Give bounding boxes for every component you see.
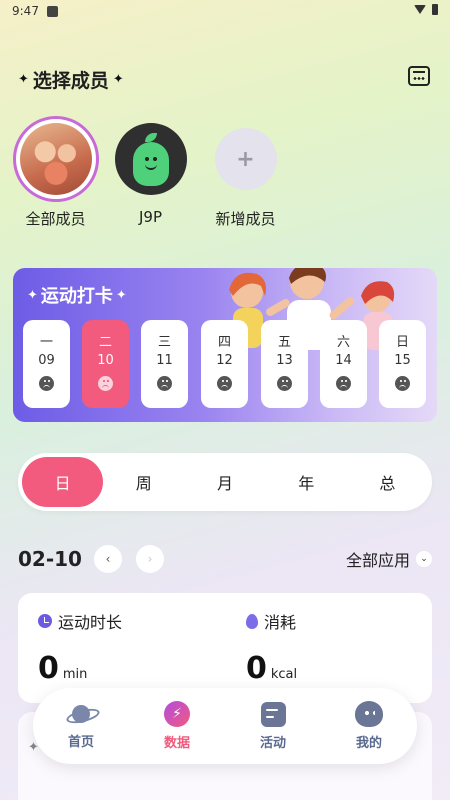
member-label: J9P: [138, 208, 162, 226]
checkin-banner: ✦ 运动打卡 ✦ 一 09 二 10 三 11 四 12 五 13 六 14 日…: [13, 268, 437, 422]
sad-face-icon: [157, 376, 172, 391]
day-card-mon[interactable]: 一 09: [23, 320, 70, 408]
duration-label: 运动时长: [58, 613, 123, 632]
mine-icon: [355, 701, 383, 727]
period-tabs: 日 周 月 年 总: [18, 453, 432, 511]
calories-stat: 消耗 0 kcal: [246, 609, 297, 686]
stats-card: 运动时长 0 min 消耗 0 kcal: [18, 593, 432, 703]
day-card-thu[interactable]: 四 12: [201, 320, 248, 408]
nav-data[interactable]: ⚡ 数据: [137, 701, 217, 751]
prev-date-button[interactable]: ‹: [93, 545, 122, 573]
day-date: 14: [335, 353, 352, 368]
notification-icon: [46, 5, 58, 17]
tab-day[interactable]: 日: [22, 457, 104, 507]
nav-label: 首页: [67, 735, 94, 750]
tab-total[interactable]: 总: [347, 457, 428, 507]
day-card-sun[interactable]: 日 15: [379, 320, 426, 408]
sparkle-icon: ✦: [112, 72, 124, 87]
sparkle-icon: ✦: [27, 287, 38, 303]
day-date: 11: [156, 353, 173, 368]
avatar: [114, 123, 187, 195]
clock-icon: [38, 614, 52, 628]
calories-unit: kcal: [270, 667, 298, 682]
avatar: [12, 116, 99, 202]
activity-icon: [260, 701, 286, 727]
nav-label: 数据: [163, 736, 190, 751]
nav-mine[interactable]: 我的: [329, 701, 409, 751]
planet-icon: [66, 702, 96, 726]
battery-icon: [432, 4, 438, 15]
duration-stat: 运动时长 0 min: [38, 609, 122, 686]
day-date: 09: [38, 353, 55, 368]
day-date: 13: [276, 353, 293, 368]
plus-icon: +: [214, 128, 277, 190]
next-date-button[interactable]: ›: [135, 545, 164, 573]
day-weekday: 三: [157, 335, 171, 350]
day-weekday: 五: [277, 335, 291, 350]
tab-week[interactable]: 周: [103, 457, 184, 507]
calories-label: 消耗: [264, 613, 297, 632]
nav-home[interactable]: 首页: [41, 702, 121, 750]
members-title: ✦ 选择成员 ✦: [18, 66, 124, 93]
app-filter-label: 全部应用: [345, 551, 410, 570]
day-date: 10: [97, 353, 114, 368]
status-bar: 9:47: [0, 0, 450, 22]
sparkle-icon: ✦: [115, 287, 127, 303]
day-weekday: 六: [336, 335, 350, 350]
day-card-fri[interactable]: 五 13: [261, 320, 308, 408]
member-add[interactable]: + 新增成员: [198, 116, 293, 229]
checkin-title-text: 运动打卡: [40, 286, 113, 307]
bolt-icon: ⚡: [164, 701, 190, 727]
day-weekday: 四: [217, 335, 231, 350]
sad-face-icon: [395, 376, 410, 391]
day-weekday: 一: [39, 335, 53, 350]
day-card-wed[interactable]: 三 11: [141, 320, 188, 408]
day-card-tue[interactable]: 二 10: [82, 320, 129, 408]
duration-value: 0: [38, 651, 59, 686]
member-label: 新增成员: [215, 210, 276, 228]
status-icons: [414, 4, 438, 15]
sparkle-icon: ✦: [18, 72, 29, 87]
nav-label: 活动: [259, 735, 286, 751]
calories-value: 0: [246, 651, 267, 686]
sad-face-icon: [39, 376, 54, 391]
day-date: 15: [394, 353, 411, 368]
checkin-title: ✦ 运动打卡 ✦: [27, 282, 127, 308]
chevron-down-icon: ⌄: [416, 551, 432, 567]
nav-label: 我的: [355, 736, 382, 751]
current-date: 02-10: [18, 547, 82, 571]
day-weekday: 日: [395, 335, 409, 350]
duration-unit: min: [62, 667, 88, 682]
tab-year[interactable]: 年: [266, 457, 347, 507]
sad-face-icon: [277, 376, 292, 391]
bottom-nav: 首页 ⚡ 数据 活动 我的: [33, 688, 417, 764]
day-date: 12: [216, 353, 233, 368]
day-card-sat[interactable]: 六 14: [320, 320, 367, 408]
tab-month[interactable]: 月: [184, 457, 265, 507]
flame-icon: [246, 613, 258, 629]
day-weekday: 二: [98, 335, 112, 350]
member-label: 全部成员: [25, 210, 86, 228]
member-all[interactable]: 全部成员: [8, 116, 103, 229]
sad-face-icon: [98, 376, 113, 391]
sad-face-icon: [217, 376, 232, 391]
member-j9p[interactable]: J9P: [103, 116, 198, 229]
member-list: 全部成员 J9P + 新增成员: [8, 116, 293, 229]
date-nav: 02-10 ‹ › 全部应用 ⌄: [18, 544, 432, 574]
wifi-icon: [414, 5, 426, 14]
sad-face-icon: [336, 376, 351, 391]
calendar-icon[interactable]: [408, 66, 430, 86]
family-photo: [19, 123, 92, 195]
sprout-mascot-icon: [132, 133, 169, 186]
app-filter-dropdown[interactable]: 全部应用 ⌄: [346, 547, 432, 571]
members-title-text: 选择成员: [32, 70, 109, 92]
nav-activity[interactable]: 活动: [233, 701, 313, 751]
status-time: 9:47: [12, 4, 39, 18]
